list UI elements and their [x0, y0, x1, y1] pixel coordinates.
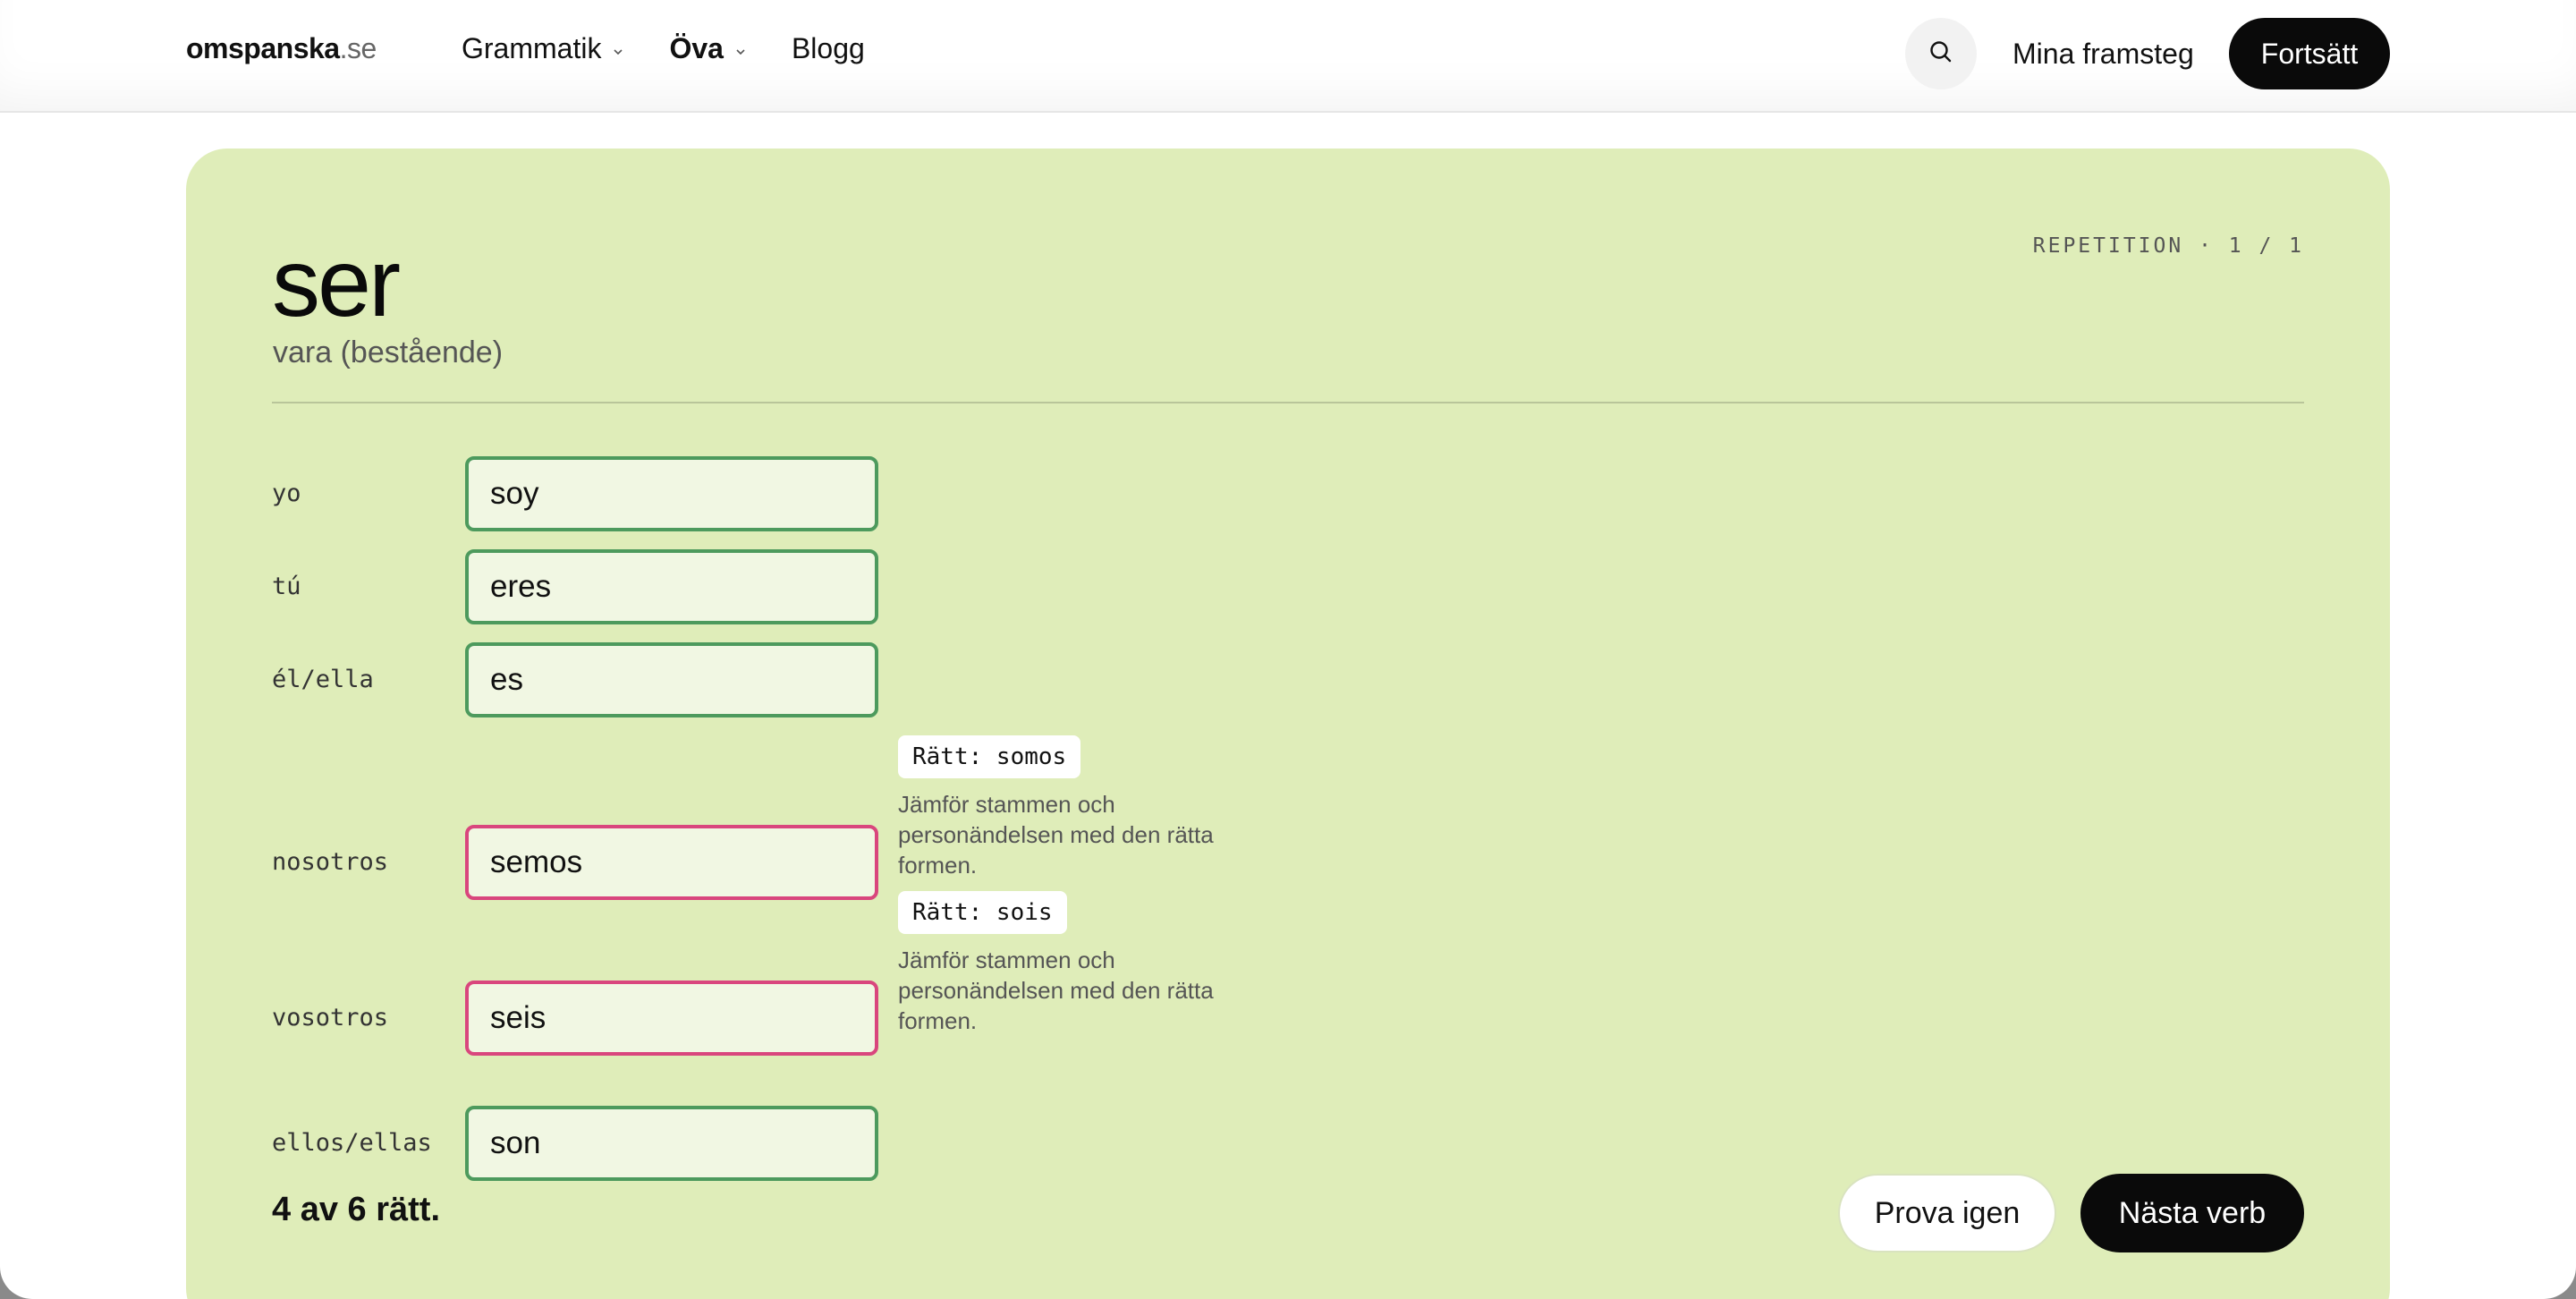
correction-badge: Rätt: somos — [898, 735, 1081, 778]
pronoun-label: nosotros — [272, 848, 389, 876]
site-header: omspanska.se Grammatik Öva Blogg Mina fr… — [0, 0, 2576, 113]
repetition-counter: REPETITION · 1 / 1 — [2032, 234, 2304, 258]
browser-window: omspanska.se Grammatik Öva Blogg Mina fr… — [0, 0, 2576, 1299]
search-button[interactable] — [1905, 18, 1977, 89]
retry-button[interactable]: Prova igen — [1838, 1174, 2056, 1252]
next-verb-button[interactable]: Nästa verb — [2080, 1174, 2304, 1252]
logo-name: omspanska — [186, 32, 340, 64]
feedback-nosotros: Rätt: somos Jämför stammen och personänd… — [898, 735, 1274, 880]
feedback-vosotros: Rätt: sois Jämför stammen och personände… — [898, 891, 1274, 1036]
main-nav: Grammatik Öva Blogg — [462, 30, 865, 66]
nav-item-blogg[interactable]: Blogg — [792, 30, 865, 66]
score-text: 4 av 6 rätt. — [272, 1191, 440, 1228]
my-progress-link[interactable]: Mina framsteg — [2012, 36, 2194, 72]
answer-input-ellos-ellas[interactable] — [465, 1106, 878, 1181]
pronoun-label: tú — [272, 573, 301, 600]
chevron-down-icon — [612, 46, 624, 58]
answer-input-vosotros[interactable] — [465, 981, 878, 1056]
nav-item-label: Blogg — [791, 32, 865, 64]
exercise-card: ser vara (bestående) REPETITION · 1 / 1 … — [186, 149, 2390, 1299]
site-logo[interactable]: omspanska.se — [186, 30, 377, 66]
nav-item-label: Öva — [669, 32, 724, 64]
logo-tld: .se — [339, 32, 377, 64]
pronoun-label: yo — [272, 480, 301, 507]
pronoun-label: él/ella — [272, 666, 374, 693]
answer-input-nosotros[interactable] — [465, 825, 878, 900]
nav-item-ova[interactable]: Öva — [669, 30, 746, 66]
divider — [272, 402, 2304, 403]
nav-item-label: Grammatik — [462, 32, 602, 64]
correction-badge: Rätt: sois — [898, 891, 1067, 934]
correction-hint: Jämför stammen och personändelsen med de… — [898, 947, 1214, 1034]
chevron-down-icon — [734, 46, 747, 58]
pronoun-label: ellos/ellas — [272, 1129, 432, 1157]
answer-input-tu[interactable] — [465, 549, 878, 624]
answer-input-yo[interactable] — [465, 456, 878, 531]
correction-hint: Jämför stammen och personändelsen med de… — [898, 791, 1214, 879]
verb-title: ser — [272, 228, 401, 336]
continue-button[interactable]: Fortsätt — [2229, 18, 2390, 89]
verb-meaning: vara (bestående) — [273, 335, 504, 369]
nav-item-grammatik[interactable]: Grammatik — [462, 30, 624, 66]
answer-input-el-ella[interactable] — [465, 642, 878, 717]
pronoun-label: vosotros — [272, 1004, 389, 1032]
search-icon — [1928, 38, 1954, 70]
